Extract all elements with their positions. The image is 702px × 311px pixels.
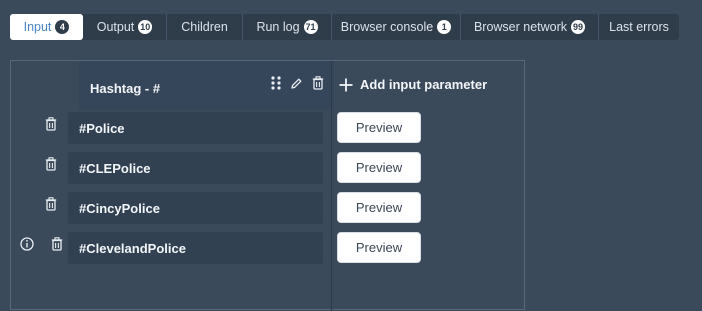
hashtag-value: #CLEPolice <box>79 160 151 176</box>
tab-label: Browser network <box>473 20 568 34</box>
tab-label: Output <box>96 20 135 34</box>
trash-icon[interactable] <box>312 76 324 90</box>
row-value-cell[interactable]: #CLEPolice <box>68 152 323 184</box>
count-badge: 10 <box>138 20 153 34</box>
count-badge: 4 <box>55 20 70 34</box>
drag-handle-icon[interactable] <box>271 76 281 90</box>
count-badge: 1 <box>437 20 452 34</box>
tab-output[interactable]: Output 10 <box>83 14 167 40</box>
row-actions <box>45 157 57 171</box>
hashtag-value: #ClevelandPolice <box>79 240 186 256</box>
tab-label: Run log <box>256 20 300 34</box>
column-title: Hashtag - # <box>90 81 161 96</box>
plus-icon <box>339 78 353 92</box>
tab-label: Input <box>23 20 52 34</box>
count-badge: 71 <box>303 20 318 34</box>
row-value-cell[interactable]: #Police <box>68 112 323 144</box>
column-actions <box>271 76 324 90</box>
hashtag-value: #CincyPolice <box>79 200 160 216</box>
column-header: Hashtag - # <box>79 61 334 109</box>
trash-icon[interactable] <box>45 157 57 171</box>
row-value-cell[interactable]: #ClevelandPolice <box>68 232 323 264</box>
input-panel: Hashtag - # Add input parameter #Police … <box>10 60 525 311</box>
tab-last-errors[interactable]: Last errors <box>599 14 679 40</box>
tab-browser-network[interactable]: Browser network 99 <box>461 14 599 40</box>
preview-button[interactable]: Preview <box>337 152 421 183</box>
trash-icon[interactable] <box>45 117 57 131</box>
preview-button[interactable]: Preview <box>337 232 421 263</box>
row-value-cell[interactable]: #CincyPolice <box>68 192 323 224</box>
pencil-icon[interactable] <box>290 77 303 90</box>
tab-label: Last errors <box>609 20 669 34</box>
column-divider <box>331 61 332 311</box>
preview-button[interactable]: Preview <box>337 192 421 223</box>
tab-label: Children <box>181 20 228 34</box>
trash-icon[interactable] <box>45 197 57 211</box>
info-icon[interactable] <box>20 237 34 251</box>
add-param-label: Add input parameter <box>360 77 488 92</box>
tab-bar: Input 4 Output 10 Children Run log 71 Br… <box>10 14 679 40</box>
trash-icon[interactable] <box>51 237 63 251</box>
tab-input[interactable]: Input 4 <box>10 14 83 40</box>
preview-button[interactable]: Preview <box>337 112 421 143</box>
row-actions <box>45 197 57 211</box>
tab-label: Browser console <box>340 20 434 34</box>
hashtag-value: #Police <box>79 120 125 136</box>
add-input-parameter-button[interactable]: Add input parameter <box>339 77 487 92</box>
row-actions <box>20 237 63 251</box>
count-badge: 99 <box>571 20 586 34</box>
row-actions <box>45 117 57 131</box>
tab-children[interactable]: Children <box>167 14 243 40</box>
tab-run-log[interactable]: Run log 71 <box>243 14 332 40</box>
tab-browser-console[interactable]: Browser console 1 <box>332 14 461 40</box>
